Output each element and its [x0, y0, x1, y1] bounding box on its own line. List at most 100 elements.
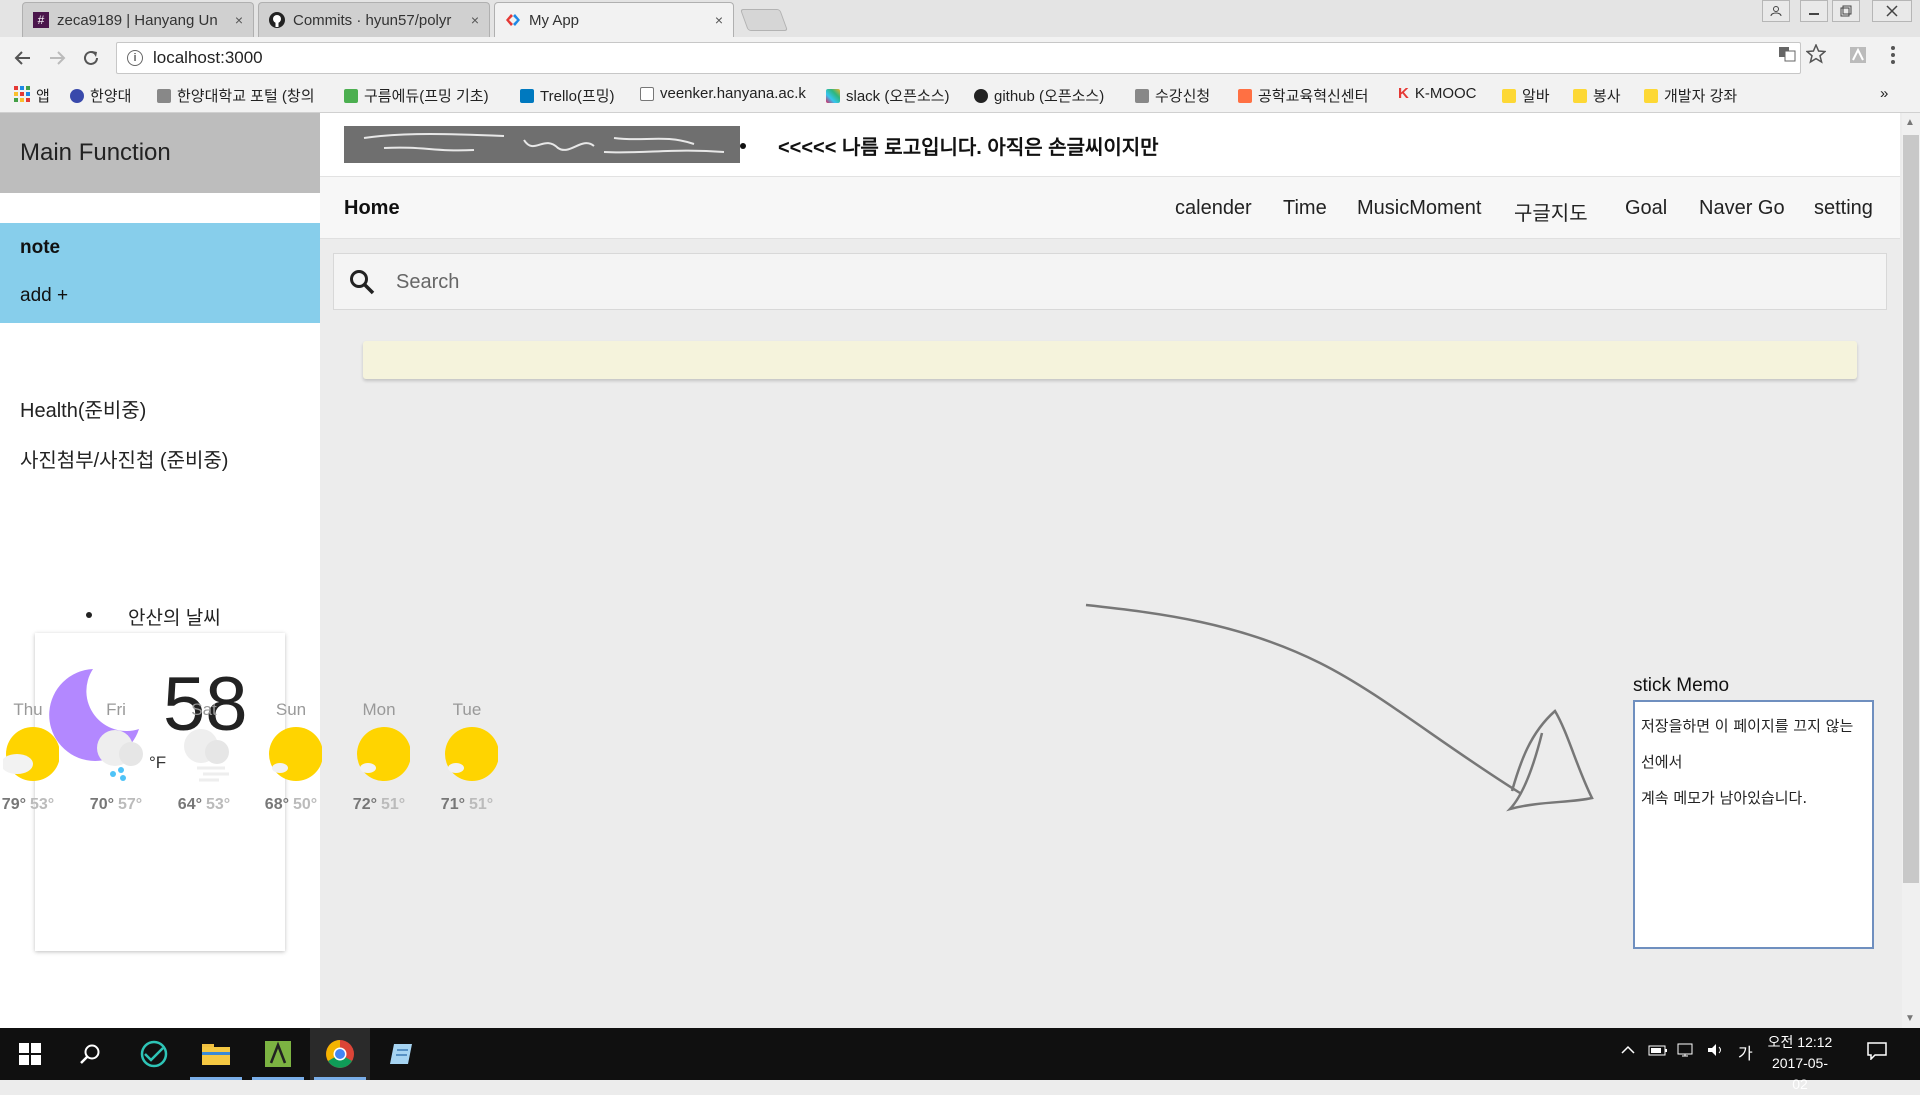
tab-title: My App	[529, 11, 580, 29]
extension-icon[interactable]	[1848, 45, 1868, 70]
nav-google-map[interactable]: 구글지도	[1514, 197, 1588, 226]
bookmark-item[interactable]: 한양대	[70, 85, 131, 106]
search-input[interactable]	[394, 262, 1864, 302]
bookmarks-overflow-button[interactable]: »	[1880, 85, 1888, 102]
notepad-app-icon[interactable]	[372, 1028, 432, 1080]
bookmark-folder[interactable]: 알바	[1502, 85, 1550, 106]
browser-tab[interactable]: Commits · hyun57/polyr ×	[258, 2, 490, 37]
bookmark-item[interactable]: github (오픈소스)	[974, 85, 1104, 106]
scroll-down-icon[interactable]: ▼	[1905, 1013, 1915, 1024]
github-icon	[269, 12, 285, 28]
slack-icon	[826, 88, 840, 103]
bookmarks-bar: 앱 한양대 한양대학교 포털 (창의 구름에듀(프밍 기초) Trello(프밍…	[0, 79, 1920, 113]
new-tab-button[interactable]	[739, 9, 789, 31]
search-icon[interactable]	[60, 1028, 120, 1080]
forecast-day-name: Sun	[275, 700, 307, 719]
forecast-high: 79°	[1, 796, 26, 813]
back-icon[interactable]	[10, 45, 36, 71]
bookmark-label: github (오픈소스)	[994, 88, 1105, 105]
chrome-icon[interactable]	[310, 1028, 370, 1080]
forecast-temps: 72° 51°	[344, 796, 414, 814]
close-tab-icon[interactable]: ×	[235, 12, 243, 28]
forecast-low: 51°	[469, 796, 494, 813]
reload-icon[interactable]	[78, 45, 104, 71]
minimize-icon[interactable]	[1800, 0, 1828, 22]
windows-start-icon[interactable]	[0, 1028, 60, 1080]
menu-item-note[interactable]: note	[20, 237, 60, 259]
bookmark-item[interactable]: veenker.hanyana.ac.k	[640, 85, 810, 102]
browser-tab-active[interactable]: My App ×	[494, 2, 734, 37]
nav-goal[interactable]: Goal	[1625, 197, 1667, 220]
browser-tab[interactable]: # zeca9189 | Hanyang Un ×	[22, 2, 254, 37]
nav-naver-go[interactable]: Naver Go	[1699, 197, 1785, 220]
file-explorer-icon[interactable]	[186, 1028, 246, 1080]
bookmark-item[interactable]: Trello(프밍)	[520, 85, 615, 106]
forecast-low: 53°	[206, 796, 231, 813]
bookmark-folder[interactable]: 봉사	[1573, 85, 1621, 106]
translate-icon[interactable]	[1778, 45, 1796, 68]
sidebar-link-health[interactable]: Health(준비중)	[20, 394, 146, 423]
stick-memo-textarea[interactable]: 저장을하면 이 페이지를 끄지 않는 선에서 계속 메모가 남아있습니다.	[1633, 700, 1874, 949]
menu-item-add[interactable]: add +	[20, 285, 68, 307]
ime-indicator[interactable]: 가	[1738, 1040, 1753, 1064]
network-icon[interactable]	[1676, 1042, 1696, 1063]
search-icon[interactable]	[348, 268, 376, 296]
battery-icon[interactable]	[1648, 1042, 1668, 1063]
forward-icon[interactable]	[44, 45, 70, 71]
nav-setting[interactable]: setting	[1814, 197, 1873, 220]
nav-calender[interactable]: calender	[1175, 197, 1252, 220]
forecast-day-name: Tue	[452, 700, 482, 719]
bookmark-label: Trello(프밍)	[540, 88, 615, 105]
rain-cloud-icon	[91, 726, 147, 782]
scrollbar-thumb[interactable]	[1903, 135, 1919, 883]
search-bar	[333, 253, 1887, 310]
address-bar[interactable]: i localhost:3000	[116, 42, 1801, 74]
bookmark-item[interactable]: 수강신청	[1135, 85, 1210, 106]
handwritten-logo-image	[344, 126, 740, 163]
tab-title: zeca9189 | Hanyang Un	[57, 11, 218, 29]
bullet-icon	[740, 143, 746, 149]
forecast-high: 68°	[264, 796, 289, 813]
menu-dots-icon[interactable]	[1890, 45, 1896, 70]
forecast-high: 71°	[440, 796, 465, 813]
close-tab-icon[interactable]: ×	[471, 12, 479, 28]
bookmark-folder[interactable]: 개발자 강좌	[1644, 85, 1737, 106]
forecast-day-name: Fri	[106, 700, 126, 719]
app-green-icon[interactable]	[248, 1028, 308, 1080]
building-icon	[157, 88, 171, 103]
partly-sunny-icon	[354, 726, 411, 782]
hash-icon: #	[33, 12, 49, 28]
bookmark-item[interactable]: 한양대학교 포털 (창의	[157, 85, 315, 106]
browser-toolbar: i localhost:3000	[0, 37, 1920, 79]
tray-overflow-icon[interactable]	[1620, 1042, 1636, 1063]
sidebar-link-photos[interactable]: 사진첨부/사진첩 (준비중)	[20, 444, 228, 473]
nav-time[interactable]: Time	[1283, 197, 1327, 220]
cortana-app-icon[interactable]	[124, 1028, 184, 1080]
taskbar-clock[interactable]: 오전 12:12 2017-05-02	[1765, 1032, 1835, 1095]
bookmark-label: K-MOOC	[1414, 85, 1477, 102]
folder-icon	[1502, 88, 1516, 103]
action-center-icon[interactable]	[1867, 1042, 1887, 1065]
bookmark-item[interactable]: K K-MOOC	[1398, 85, 1477, 102]
top-navbar: Home calender Time MusicMoment 구글지도 Goal…	[320, 177, 1900, 239]
apps-grid-icon	[14, 85, 30, 106]
kmooc-icon: K	[1398, 85, 1409, 102]
bookmark-apps[interactable]: 앱	[14, 85, 50, 106]
folder-icon	[1644, 88, 1658, 103]
close-tab-icon[interactable]: ×	[715, 12, 723, 28]
scroll-up-icon[interactable]: ▲	[1905, 117, 1915, 128]
info-icon[interactable]: i	[127, 50, 143, 66]
bookmark-item[interactable]: slack (오픈소스)	[826, 85, 950, 106]
bookmark-item[interactable]: 공학교육혁신센터	[1238, 85, 1368, 106]
partly-sunny-icon	[1, 726, 60, 782]
bullet-icon	[86, 612, 92, 618]
nav-music-moment[interactable]: MusicMoment	[1357, 197, 1481, 220]
bookmark-item[interactable]: 구름에듀(프밍 기초)	[344, 85, 489, 106]
volume-icon[interactable]	[1706, 1042, 1726, 1063]
user-icon[interactable]	[1762, 0, 1790, 22]
nav-home[interactable]: Home	[344, 197, 400, 220]
close-window-icon[interactable]	[1872, 0, 1912, 22]
restore-icon[interactable]	[1832, 0, 1860, 22]
bookmark-label: 봉사	[1593, 88, 1621, 105]
star-bookmark-icon[interactable]	[1805, 43, 1827, 69]
